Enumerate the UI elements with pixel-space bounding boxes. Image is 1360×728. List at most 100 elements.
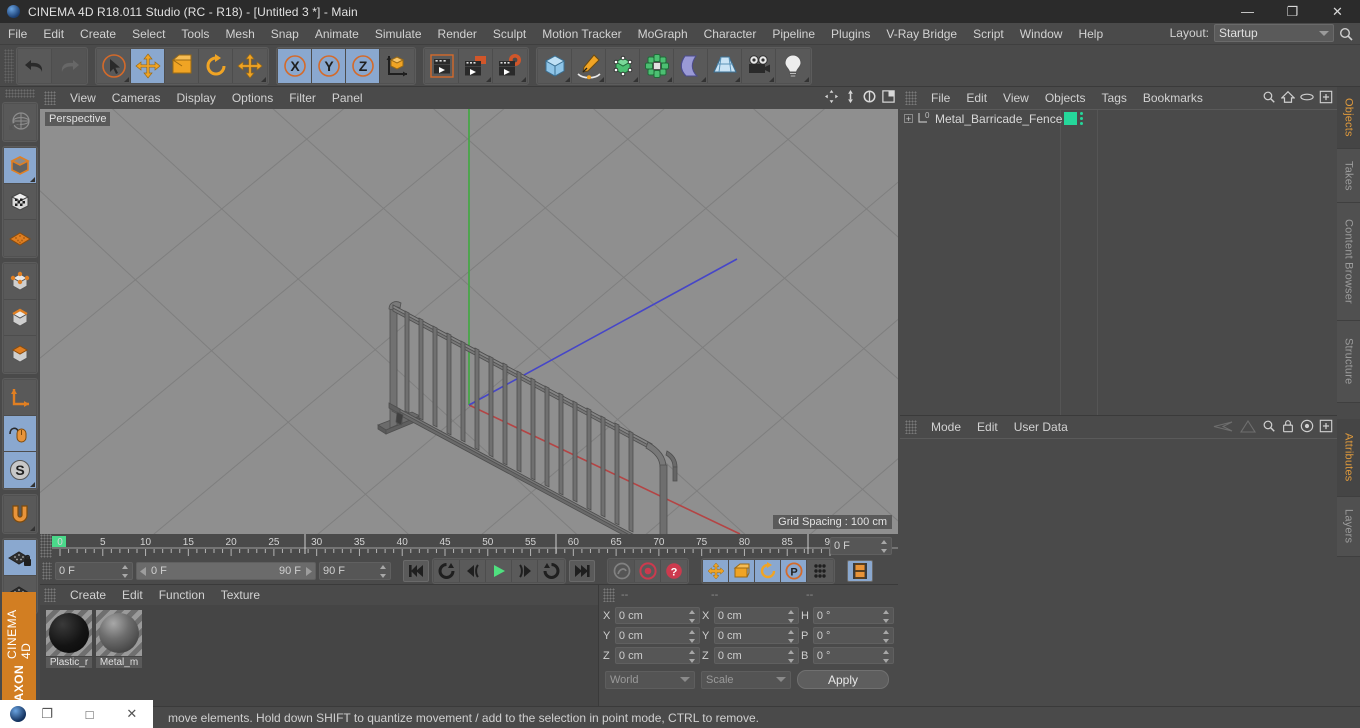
left-toolbar-grip[interactable] <box>5 89 35 98</box>
tab-layers[interactable]: Layers <box>1337 497 1360 557</box>
maximize-button[interactable]: ❐ <box>1270 0 1315 23</box>
viewport-grip[interactable] <box>44 91 56 105</box>
object-menu-tags[interactable]: Tags <box>1094 87 1135 109</box>
nav-forward-icon[interactable] <box>1239 419 1257 433</box>
viewport-menu-filter[interactable]: Filter <box>281 87 324 109</box>
spinner-icon[interactable] <box>380 565 387 578</box>
model-mode-icon[interactable] <box>4 184 36 220</box>
keyframe-selection-icon[interactable]: ? <box>661 560 687 582</box>
position-key-icon[interactable] <box>703 560 729 582</box>
timeline-filmstrip-icon[interactable] <box>847 560 873 582</box>
menu-snap[interactable]: Snap <box>263 23 307 45</box>
go-to-start-icon[interactable] <box>403 560 429 582</box>
spinner-icon[interactable] <box>883 610 890 623</box>
coord-input-rot-b[interactable]: 0 ° <box>812 647 894 664</box>
param-key-icon[interactable]: P <box>781 560 807 582</box>
viewport-menu-options[interactable]: Options <box>224 87 281 109</box>
viewport-menu-cameras[interactable]: Cameras <box>104 87 169 109</box>
attributes-content[interactable] <box>900 438 1337 713</box>
autokey-icon[interactable] <box>609 560 635 582</box>
search-icon[interactable] <box>1338 26 1354 42</box>
object-tag-icon[interactable] <box>1064 112 1077 125</box>
overlay-maximize-button[interactable]: □ <box>68 707 110 722</box>
cube-primitive-icon[interactable] <box>538 48 572 83</box>
axis-modify-icon[interactable] <box>4 380 36 416</box>
polygons-mode-icon[interactable] <box>4 336 36 372</box>
rotate-icon[interactable] <box>199 48 233 83</box>
render-view-icon[interactable] <box>425 48 459 83</box>
menu-help[interactable]: Help <box>1070 23 1111 45</box>
timeline-grip[interactable] <box>40 534 52 558</box>
light-icon[interactable] <box>776 48 810 83</box>
x-axis-icon[interactable]: X <box>278 48 312 83</box>
apply-button[interactable]: Apply <box>797 670 889 689</box>
menu-tools[interactable]: Tools <box>173 23 217 45</box>
coordinates-grip[interactable] <box>603 588 615 602</box>
menu-create[interactable]: Create <box>72 23 124 45</box>
time-range-slider[interactable]: 0 F 90 F <box>136 562 316 580</box>
menu-mesh[interactable]: Mesh <box>217 23 262 45</box>
record-active-objects-icon[interactable] <box>635 560 661 582</box>
rotation-key-icon[interactable] <box>755 560 781 582</box>
menu-animate[interactable]: Animate <box>307 23 367 45</box>
material-menu-edit[interactable]: Edit <box>114 585 151 605</box>
frame-field[interactable]: 0 F <box>830 537 892 555</box>
step-forward-icon[interactable] <box>512 560 538 582</box>
play-reverse-loop-icon[interactable] <box>434 560 460 582</box>
material-grip[interactable] <box>44 588 56 602</box>
attributes-menu-edit[interactable]: Edit <box>969 416 1006 438</box>
play-icon[interactable] <box>486 560 512 582</box>
menu-script[interactable]: Script <box>965 23 1012 45</box>
world-object-axis-icon[interactable] <box>380 48 414 83</box>
scale-icon[interactable] <box>165 48 199 83</box>
viewport-menu-display[interactable]: Display <box>168 87 223 109</box>
texture-mode-icon[interactable] <box>4 220 36 256</box>
animation-toolbar-grip[interactable] <box>42 562 52 580</box>
spinner-icon[interactable] <box>881 540 888 553</box>
new-tab-icon[interactable] <box>1319 419 1333 433</box>
object-menu-view[interactable]: View <box>995 87 1037 109</box>
menu-mograph[interactable]: MoGraph <box>630 23 696 45</box>
spinner-icon[interactable] <box>883 630 890 643</box>
spinner-icon[interactable] <box>787 650 795 663</box>
tab-content-browser[interactable]: Content Browser <box>1337 203 1360 321</box>
transform-mode-dropdown[interactable]: Scale <box>701 670 791 689</box>
coord-input-pos-x[interactable]: 0 cm <box>614 607 700 624</box>
nav-back-icon[interactable] <box>1210 420 1234 433</box>
y-axis-icon[interactable]: Y <box>312 48 346 83</box>
workplane-icon[interactable]: S <box>4 452 36 488</box>
spinner-icon[interactable] <box>787 630 795 643</box>
nurbs-generator-icon[interactable] <box>606 48 640 83</box>
home-icon[interactable] <box>1281 90 1295 104</box>
object-tree[interactable]: + 0 Metal_Barricade_Fence <box>900 109 1337 416</box>
spinner-icon[interactable] <box>883 650 890 663</box>
coord-input-pos-z[interactable]: 0 cm <box>614 647 700 664</box>
live-selection-icon[interactable] <box>97 48 131 83</box>
overlay-restore-button[interactable]: ❐ <box>26 706 68 722</box>
coord-input-size-y[interactable]: 0 cm <box>713 627 799 644</box>
go-to-end-icon[interactable] <box>569 560 595 582</box>
object-row[interactable]: + 0 Metal_Barricade_Fence <box>900 110 1337 127</box>
coord-input-size-z[interactable]: 0 cm <box>713 647 799 664</box>
object-menu-file[interactable]: File <box>923 87 958 109</box>
viewport-menu-view[interactable]: View <box>62 87 104 109</box>
viewport-menu-panel[interactable]: Panel <box>324 87 371 109</box>
spinner-icon[interactable] <box>688 630 696 643</box>
points-mode-icon[interactable] <box>4 264 36 300</box>
enable-snapping-icon[interactable] <box>4 416 36 452</box>
material-item[interactable]: Metal_m <box>96 610 142 713</box>
menu-plugins[interactable]: Plugins <box>823 23 878 45</box>
redo-icon[interactable] <box>52 48 86 83</box>
lock-icon[interactable] <box>1281 419 1295 433</box>
mograph-cloner-icon[interactable] <box>640 48 674 83</box>
maximize-view-icon[interactable] <box>881 89 896 104</box>
camera-icon[interactable] <box>742 48 776 83</box>
zoom-view-icon[interactable] <box>843 89 858 104</box>
new-layer-icon[interactable] <box>1319 90 1333 104</box>
close-button[interactable]: ✕ <box>1315 0 1360 23</box>
render-settings-icon[interactable] <box>493 48 527 83</box>
material-menu-create[interactable]: Create <box>62 585 114 605</box>
menu-sculpt[interactable]: Sculpt <box>485 23 534 45</box>
coord-system-dropdown[interactable]: World <box>605 670 695 689</box>
expand-icon[interactable]: + <box>904 114 913 123</box>
